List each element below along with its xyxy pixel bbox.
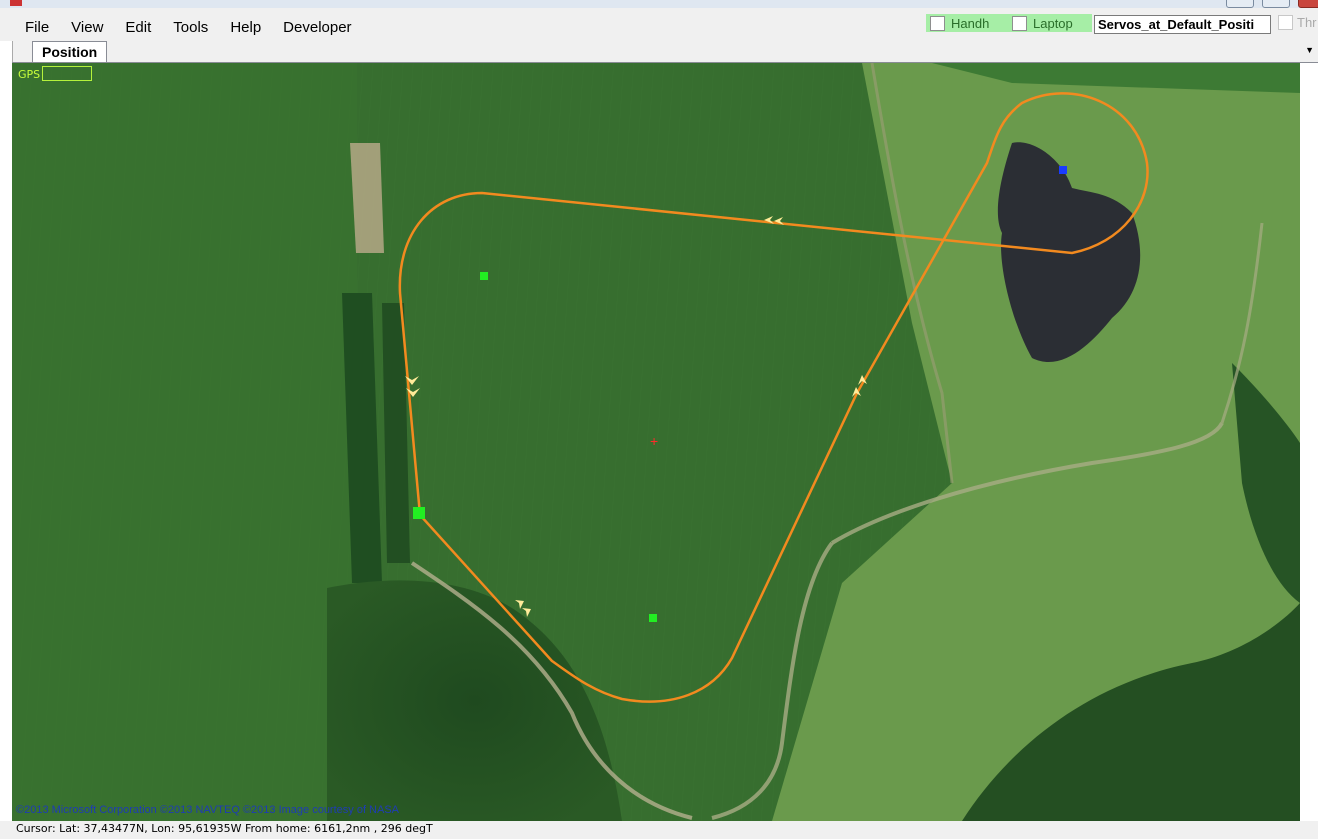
handheld-toggle[interactable]: Handh xyxy=(926,14,1008,32)
throttle-label: Thr xyxy=(1297,15,1317,30)
menu-developer[interactable]: Developer xyxy=(272,19,362,36)
home-marker[interactable] xyxy=(1059,166,1067,174)
gps-label: GPS xyxy=(18,68,41,81)
menu-view[interactable]: View xyxy=(60,19,114,36)
close-button[interactable] xyxy=(1298,0,1318,8)
crosshair-icon: + xyxy=(650,433,659,449)
laptop-toggle[interactable]: Laptop xyxy=(1008,14,1092,32)
menu-bar: File View Edit Tools Help Developer xyxy=(14,13,363,41)
servos-preset-field[interactable]: Servos_at_Default_Positi xyxy=(1094,15,1271,34)
handheld-checkbox[interactable] xyxy=(930,15,945,31)
dirt-strip xyxy=(350,143,384,253)
handheld-label: Handh xyxy=(951,15,990,31)
map-view[interactable]: GPS + ©2013 Microsoft Corporation ©2013 … xyxy=(12,63,1300,821)
status-bar: Cursor: Lat: 37,43477N, Lon: 95,61935W F… xyxy=(0,821,1318,839)
menu-edit[interactable]: Edit xyxy=(114,19,162,36)
right-panel-edge xyxy=(1300,63,1318,821)
gps-signal-bar xyxy=(42,66,92,81)
maximize-button[interactable] xyxy=(1262,0,1290,8)
app-icon xyxy=(10,0,22,6)
west-field xyxy=(12,63,357,821)
map-copyright: ©2013 Microsoft Corporation ©2013 NAVTEQ… xyxy=(16,804,400,816)
waypoint-marker[interactable] xyxy=(649,614,657,622)
menu-tools[interactable]: Tools xyxy=(162,19,219,36)
throttle-checkbox[interactable] xyxy=(1278,15,1293,30)
menu-help[interactable]: Help xyxy=(219,19,272,36)
window-title-bar xyxy=(0,0,1318,8)
throttle-toggle[interactable]: Thr xyxy=(1278,15,1317,30)
tab-dropdown-icon[interactable]: ▼ xyxy=(1305,45,1314,55)
minimize-button[interactable] xyxy=(1226,0,1254,8)
waypoint-marker[interactable] xyxy=(480,272,488,280)
tab-strip: Position ▼ xyxy=(12,41,1318,63)
active-waypoint-marker[interactable] xyxy=(413,507,425,519)
tab-position[interactable]: Position xyxy=(32,41,108,62)
menu-file[interactable]: File xyxy=(14,19,60,36)
laptop-checkbox[interactable] xyxy=(1012,15,1027,31)
laptop-label: Laptop xyxy=(1033,15,1073,31)
